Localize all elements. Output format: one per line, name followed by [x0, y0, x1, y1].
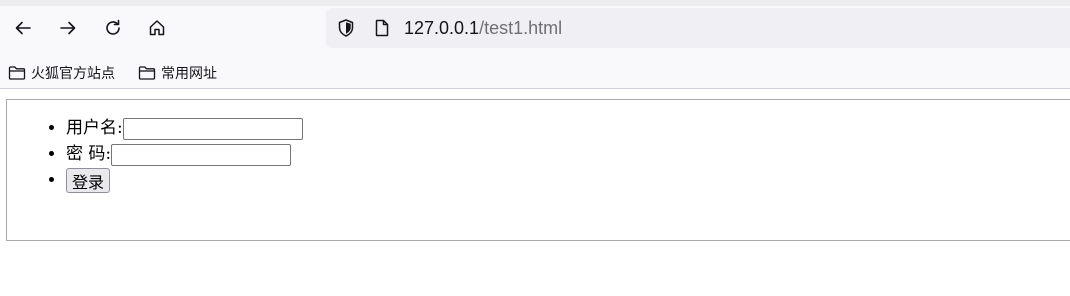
shield-icon[interactable]	[336, 18, 356, 38]
login-form: 用户名: 密 码: 登录	[46, 115, 303, 193]
back-arrow-icon	[15, 21, 31, 35]
username-label: 用户名:	[66, 118, 123, 138]
folder-icon	[138, 66, 156, 80]
forward-arrow-icon	[60, 21, 76, 35]
reload-icon	[106, 19, 120, 35]
username-input[interactable]	[122, 117, 303, 140]
bookmark-common-sites[interactable]: 常用网址	[138, 62, 217, 84]
reload-button[interactable]	[98, 13, 128, 43]
submit-row: 登录	[66, 167, 303, 193]
username-row: 用户名:	[66, 115, 303, 141]
bookmark-firefox-official[interactable]: 火狐官方站点	[8, 62, 115, 84]
folder-icon	[8, 66, 26, 80]
home-button[interactable]	[142, 13, 172, 43]
login-button[interactable]: 登录	[66, 168, 111, 193]
bookmark-label: 常用网址	[161, 66, 217, 82]
url-path: /test1.html	[479, 18, 563, 38]
bookmark-label: 火狐官方站点	[31, 66, 115, 82]
forward-button[interactable]	[53, 13, 83, 43]
bookmarks-bar: 火狐官方站点 常用网址	[0, 58, 1070, 89]
home-icon	[149, 20, 165, 36]
back-button[interactable]	[8, 13, 38, 43]
address-bar[interactable]: 127.0.0.1/test1.html	[326, 8, 1070, 48]
browser-toolbar: 127.0.0.1/test1.html	[0, 0, 1070, 58]
url-host: 127.0.0.1	[404, 18, 480, 38]
page-icon[interactable]	[372, 18, 392, 38]
page-content: 用户名: 密 码: 登录	[0, 89, 1070, 296]
password-label: 密 码:	[66, 144, 112, 164]
password-row: 密 码:	[66, 141, 303, 167]
url-text[interactable]: 127.0.0.1/test1.html	[404, 17, 562, 39]
tab-strip-edge	[0, 0, 1070, 6]
password-input[interactable]	[111, 143, 292, 166]
